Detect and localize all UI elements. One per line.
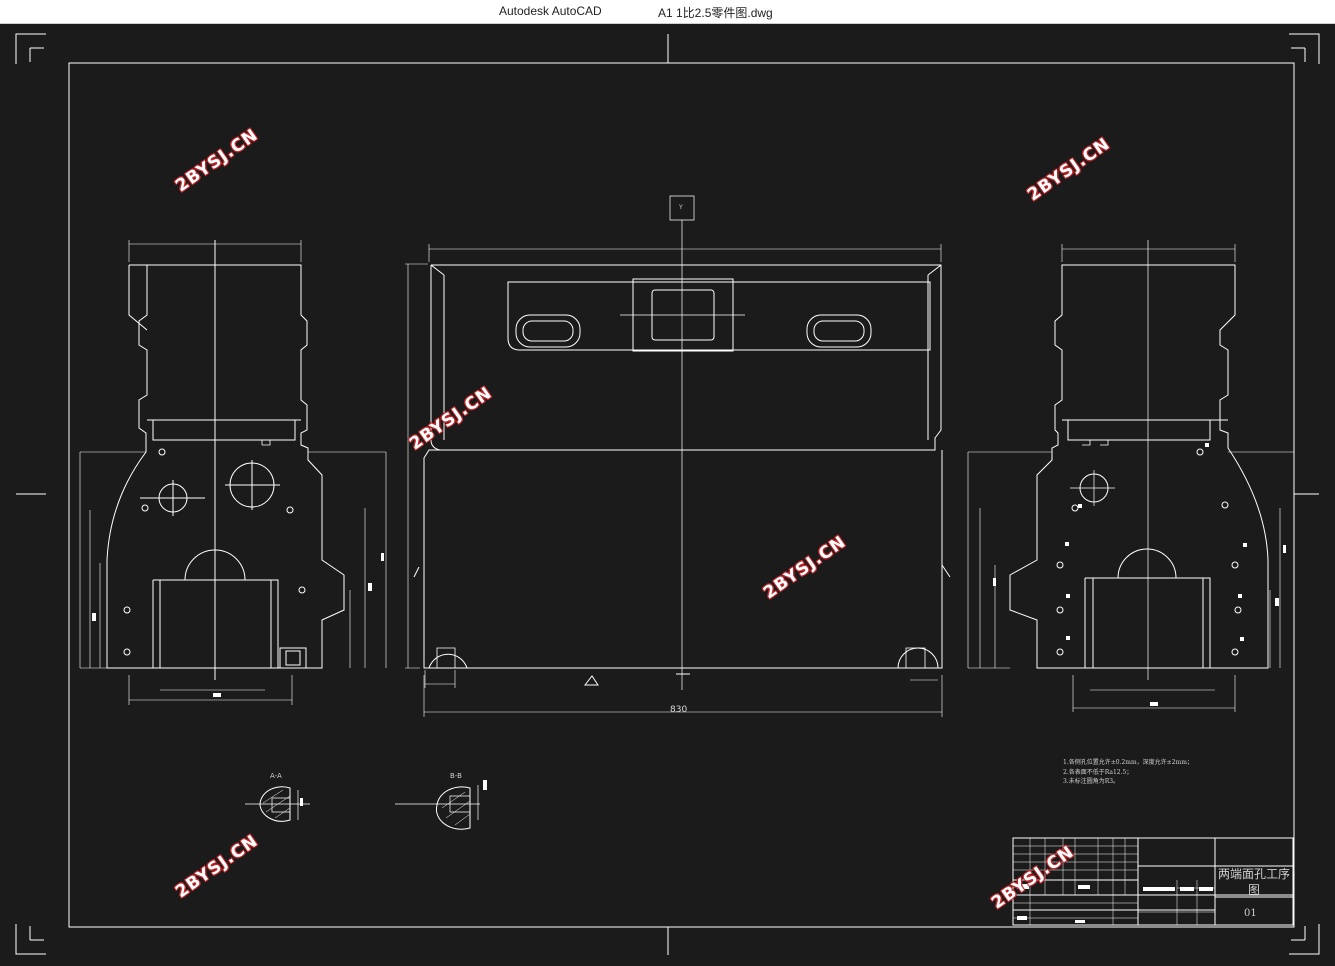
tech-note-1: 1.各侧孔位置允许±0.2mm，深度允许±2mm；: [1063, 759, 1193, 766]
left-side-view: [79, 240, 387, 705]
title-block-title: 两端面孔工序图: [1218, 867, 1291, 897]
tech-note-3: 3.未标注圆角为R3。: [1063, 778, 1120, 785]
section-b-b: [395, 785, 480, 830]
drawing-canvas[interactable]: 830 A-A B-B Y 1.各侧孔位置允许±0.2mm，深度允许±2mm； …: [0, 24, 1335, 966]
dimension-overall-length: 830: [670, 705, 688, 715]
window-title-bar: Autodesk AutoCAD A1 1比2.5零件图.dwg: [0, 0, 1335, 24]
view-marker-y: Y: [679, 204, 683, 211]
section-label-a-a: A-A: [270, 772, 282, 780]
app-name: Autodesk AutoCAD: [499, 4, 602, 18]
right-side-view: [967, 240, 1295, 712]
section-label-b-b: B-B: [450, 772, 462, 780]
tech-note-2: 2.各表面不低于Ra12.5；: [1063, 769, 1133, 776]
drawing-frame: [68, 62, 1295, 928]
front-view: [405, 195, 951, 717]
document-tab[interactable]: A1 1比2.5零件图.dwg: [658, 4, 773, 21]
title-block-number: 01: [1244, 908, 1257, 919]
